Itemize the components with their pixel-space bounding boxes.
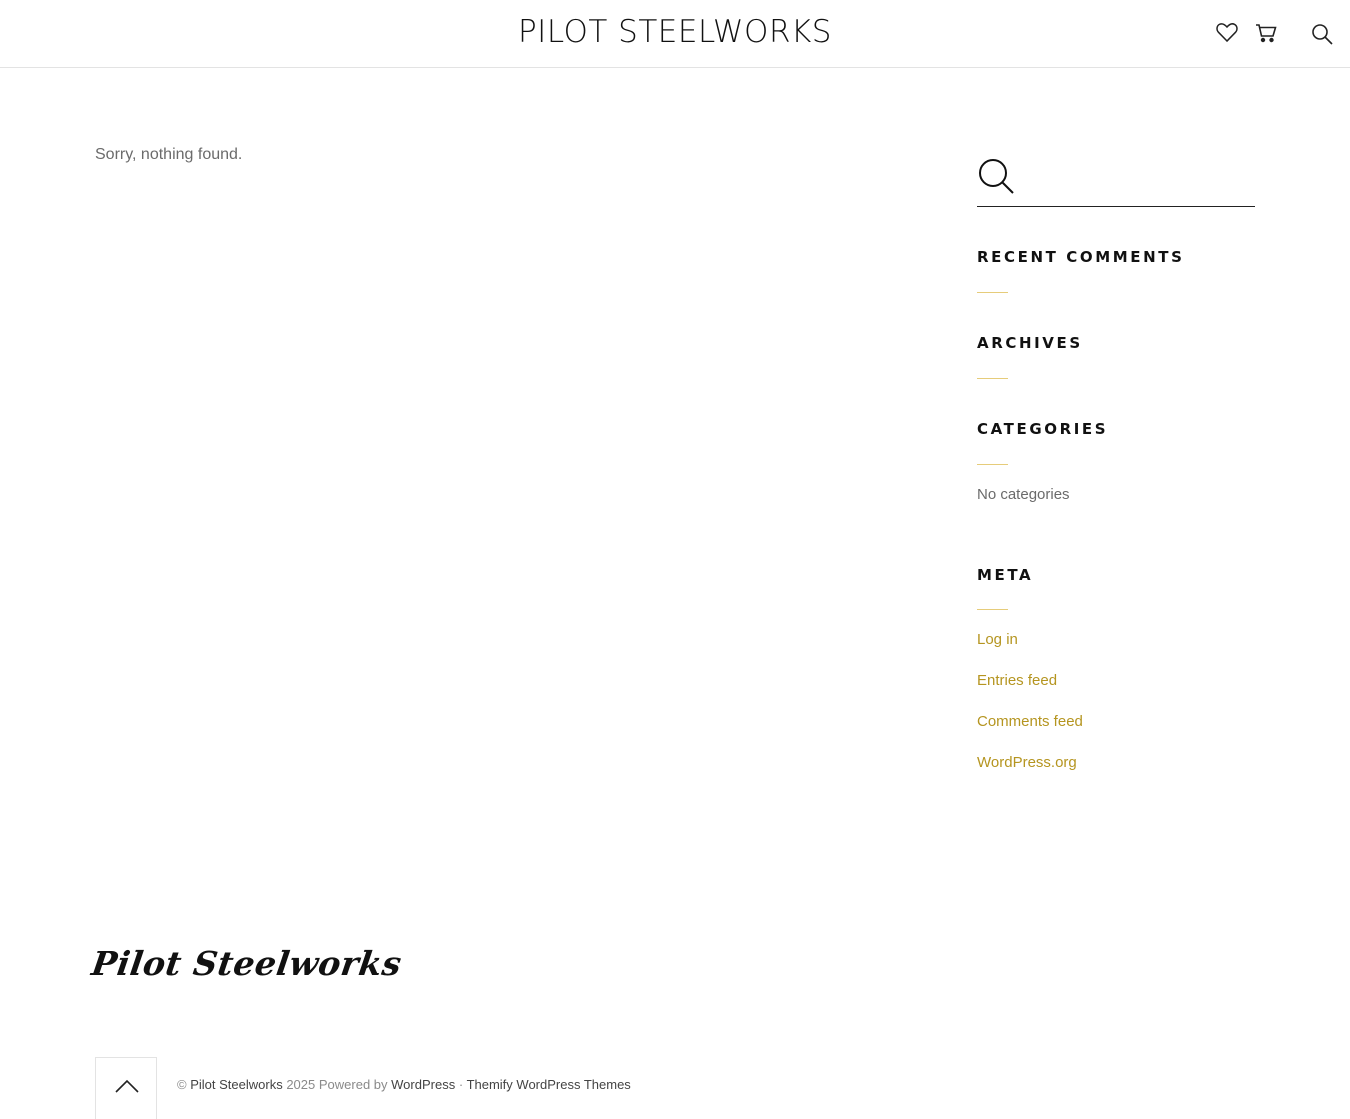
list-item: Entries feed xyxy=(977,672,1083,713)
widget-divider xyxy=(977,292,1008,293)
archives-title: ARCHIVES xyxy=(977,334,1083,352)
site-home-link[interactable]: Pilot Steelworks xyxy=(190,1077,282,1092)
back-to-top-button[interactable] xyxy=(95,1057,157,1119)
wordpress-link[interactable]: WordPress xyxy=(391,1077,455,1092)
categories-title: CATEGORIES xyxy=(977,420,1109,438)
heart-icon[interactable] xyxy=(1215,20,1239,44)
year-text: 2025 Powered by xyxy=(286,1077,388,1092)
footer-logo[interactable]: Pilot Steelworks xyxy=(89,944,404,983)
comments-feed-link[interactable]: Comments feed xyxy=(977,713,1083,730)
themify-link[interactable]: Themify WordPress Themes xyxy=(467,1077,631,1092)
wordpress-org-link[interactable]: WordPress.org xyxy=(977,754,1077,771)
list-item: Comments feed xyxy=(977,713,1083,754)
search-icon[interactable] xyxy=(977,157,1015,195)
search-input[interactable] xyxy=(1023,160,1253,200)
log-in-link[interactable]: Log in xyxy=(977,631,1018,648)
recent-comments-title: RECENT COMMENTS xyxy=(977,248,1185,266)
widget-divider xyxy=(977,609,1008,610)
site-header: PILOT STEELWORKS xyxy=(0,0,1350,68)
sidebar-search xyxy=(977,150,1255,207)
meta-title: META xyxy=(977,566,1034,584)
widget-divider xyxy=(977,378,1008,379)
chevron-up-icon xyxy=(115,1079,139,1093)
meta-links-list: Log in Entries feed Comments feed WordPr… xyxy=(977,631,1083,795)
no-categories-text: No categories xyxy=(977,486,1070,503)
sidebar xyxy=(977,150,1255,207)
copyright-symbol: © xyxy=(177,1077,187,1092)
no-results-message: Sorry, nothing found. xyxy=(95,146,243,163)
list-item: WordPress.org xyxy=(977,754,1083,795)
site-title[interactable]: PILOT STEELWORKS xyxy=(0,14,1350,50)
separator: · xyxy=(458,1077,464,1092)
search-icon[interactable] xyxy=(1310,22,1334,46)
widget-divider xyxy=(977,464,1008,465)
cart-icon[interactable] xyxy=(1254,20,1278,44)
footer-credits: © Pilot Steelworks 2025 Powered by WordP… xyxy=(177,1077,631,1092)
list-item: Log in xyxy=(977,631,1083,672)
entries-feed-link[interactable]: Entries feed xyxy=(977,672,1057,689)
